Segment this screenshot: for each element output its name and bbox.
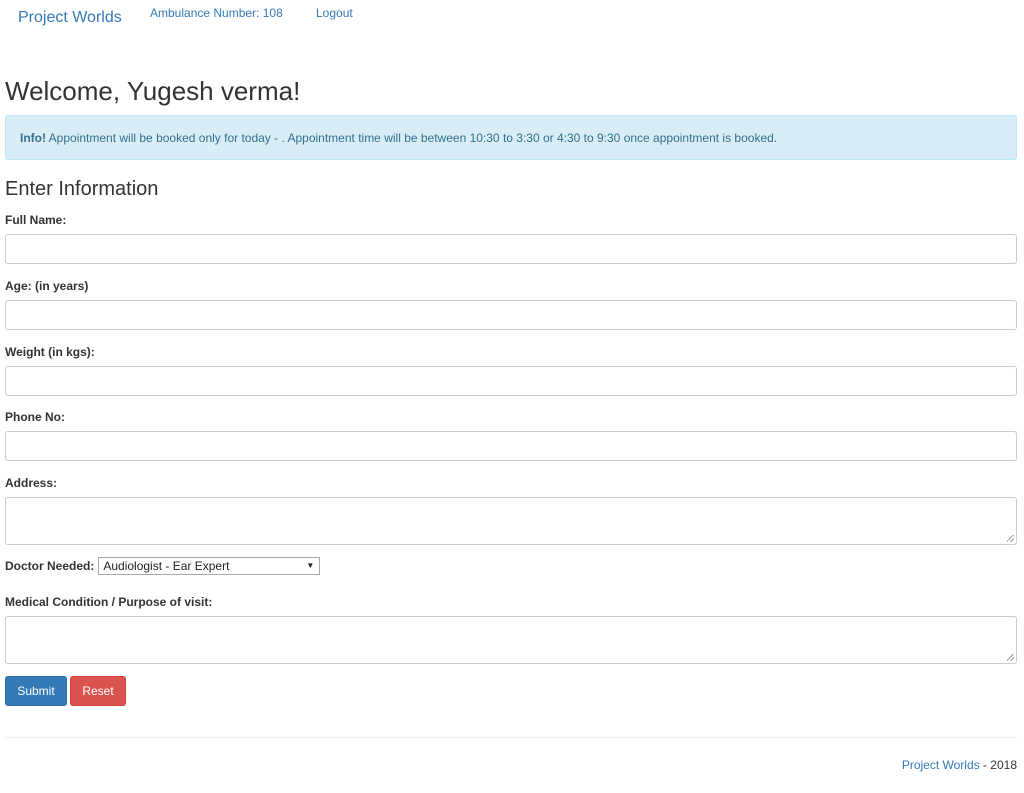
weight-input[interactable]: [5, 366, 1017, 396]
navbar: Project Worlds Ambulance Number: 108 Log…: [0, 0, 1024, 36]
form-buttons: Submit Reset: [5, 676, 126, 706]
resize-grip-icon[interactable]: [1007, 535, 1014, 542]
footer: Project Worlds - 2018: [902, 758, 1017, 772]
doctor-row: Doctor Needed: Audiologist - Ear Expert …: [5, 557, 321, 575]
age-input[interactable]: [5, 300, 1017, 330]
address-label: Address:: [5, 476, 58, 490]
alert-text: Appointment will be booked only for toda…: [46, 131, 778, 145]
alert-prefix: Info!: [20, 131, 46, 145]
condition-textarea[interactable]: [5, 616, 1017, 664]
address-textarea[interactable]: [5, 497, 1017, 545]
submit-button[interactable]: Submit: [5, 676, 67, 706]
footer-year: - 2018: [979, 758, 1017, 772]
phone-label: Phone No:: [5, 410, 65, 424]
brand-link[interactable]: Project Worlds: [18, 9, 122, 27]
full-name-group: Full Name:: [5, 213, 1017, 264]
weight-label: Weight (in kgs):: [5, 345, 95, 359]
age-group: Age: (in years): [5, 279, 1017, 330]
footer-link[interactable]: Project Worlds: [902, 758, 980, 772]
resize-grip-icon[interactable]: [1007, 654, 1014, 661]
reset-button[interactable]: Reset: [70, 676, 126, 706]
page: Project Worlds Ambulance Number: 108 Log…: [0, 0, 1024, 793]
age-label: Age: (in years): [5, 279, 89, 293]
section-title: Enter Information: [5, 178, 159, 200]
weight-group: Weight (in kgs):: [5, 345, 1017, 396]
address-group: Address:: [5, 476, 1017, 545]
doctor-select[interactable]: Audiologist - Ear Expert ▼: [98, 557, 321, 575]
phone-group: Phone No:: [5, 410, 1017, 461]
condition-group: Medical Condition / Purpose of visit:: [5, 595, 1017, 664]
full-name-label: Full Name:: [5, 213, 67, 227]
condition-label: Medical Condition / Purpose of visit:: [5, 595, 213, 609]
nav-logout-link[interactable]: Logout: [316, 6, 353, 20]
full-name-input[interactable]: [5, 234, 1017, 264]
page-title: Welcome, Yugesh verma!: [5, 76, 301, 106]
main-content: Welcome, Yugesh verma! Info! Appointment…: [5, 74, 1017, 201]
doctor-label: Doctor Needed:: [5, 559, 95, 573]
doctor-selected-value: Audiologist - Ear Expert: [103, 559, 230, 573]
nav-ambulance-link[interactable]: Ambulance Number: 108: [150, 6, 283, 20]
info-alert: Info! Appointment will be booked only fo…: [5, 115, 1017, 160]
footer-divider: [5, 737, 1017, 738]
dropdown-arrow-icon: ▼: [306, 561, 315, 570]
phone-input[interactable]: [5, 431, 1017, 461]
